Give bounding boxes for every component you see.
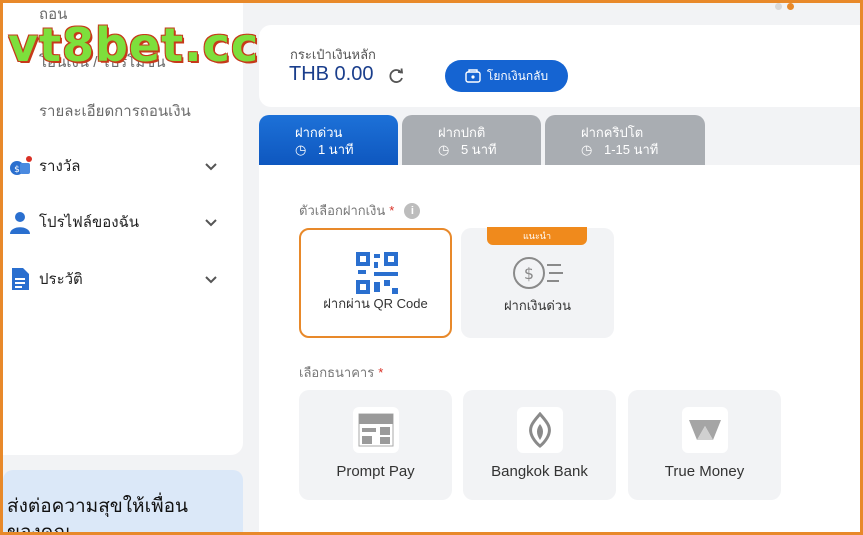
deposit-option-label: ฝากผ่าน QR Code <box>323 296 428 311</box>
sidebar-item-profile[interactable]: โปรไฟล์ของฉัน <box>8 208 218 236</box>
chevron-down-icon <box>205 163 217 171</box>
promo-title: ส่งต่อความสุขให้เพื่อน <box>7 496 189 517</box>
promptpay-logo-icon <box>353 407 399 453</box>
bank-option-bangkok-bank[interactable]: Bangkok Bank <box>463 390 616 500</box>
clock-icon: ◷ <box>295 142 307 157</box>
tab-crypto-deposit[interactable]: ฝากคริปโต ◷ 1-15 นาที <box>545 115 705 165</box>
dot-active[interactable] <box>787 3 794 10</box>
deposit-options-heading: ตัวเลือกฝากเงิน * i <box>299 200 421 221</box>
sidebar-item-rewards[interactable]: $ รางวัล <box>8 152 218 180</box>
tab-title: ฝากปกติ <box>438 125 486 140</box>
promo-title-cont: ของคุณ <box>7 522 72 535</box>
deposit-option-qr[interactable]: ฝากผ่าน QR Code <box>299 228 452 338</box>
refresh-icon[interactable] <box>387 67 405 85</box>
clock-icon: ◷ <box>438 142 450 157</box>
truemoney-logo-icon <box>682 407 728 453</box>
required-asterisk: * <box>378 365 384 380</box>
bank-option-truemoney[interactable]: True Money <box>628 390 781 500</box>
wallet-card: กระเป๋าเงินหลัก THB 0.00 โยกเงินกลับ <box>259 25 863 107</box>
reward-icon: $ <box>8 154 32 178</box>
dot[interactable] <box>775 3 782 10</box>
svg-text:$: $ <box>524 264 534 283</box>
sidebar-item-label: ประวัติ <box>39 271 83 288</box>
bank-label: เลือกธนาคาร <box>299 365 375 380</box>
chevron-down-icon <box>205 276 217 284</box>
sidebar-item-label: รางวัล <box>39 158 81 175</box>
tab-time: 1-15 นาที <box>603 142 659 157</box>
history-icon <box>8 267 32 291</box>
deposit-options-label: ตัวเลือกฝากเงิน <box>299 203 386 218</box>
recommended-badge: แนะนำ <box>487 227 587 245</box>
bank-name: Bangkok Bank <box>491 463 588 480</box>
bangkok-bank-logo-icon <box>517 407 563 453</box>
wallet-label: กระเป๋าเงินหลัก <box>290 47 376 62</box>
chevron-down-icon <box>205 219 217 227</box>
clock-icon: ◷ <box>581 142 593 157</box>
sidebar-item-history[interactable]: ประวัติ <box>8 265 218 293</box>
info-icon[interactable]: i <box>404 202 421 219</box>
bank-heading: เลือกธนาคาร * <box>299 362 383 383</box>
tab-fast-deposit[interactable]: ฝากด่วน ◷ 1 นาที <box>259 115 398 165</box>
wallet-balance: THB 0.00 <box>289 63 374 85</box>
profile-icon <box>8 210 32 234</box>
tab-time: 1 นาที <box>317 142 354 157</box>
fast-money-icon: $ <box>513 257 563 289</box>
tab-title: ฝากด่วน <box>295 125 343 140</box>
bank-name: True Money <box>664 463 745 480</box>
deposit-option-label: ฝากเงินด่วน <box>503 298 572 313</box>
transfer-back-button[interactable]: โยกเงินกลับ <box>445 60 568 92</box>
tab-time: 5 นาที <box>460 142 497 157</box>
deposit-option-fast[interactable]: แนะนำ $ ฝากเงินด่วน <box>461 227 614 338</box>
bank-name: Prompt Pay <box>336 463 415 480</box>
tab-normal-deposit[interactable]: ฝากปกติ ◷ 5 นาที <box>402 115 541 165</box>
qr-code-icon <box>356 252 398 294</box>
svg-text:$: $ <box>14 165 20 175</box>
pagination-dots <box>775 3 794 10</box>
required-asterisk: * <box>389 203 395 218</box>
bank-option-promptpay[interactable]: Prompt Pay <box>299 390 452 500</box>
tab-title: ฝากคริปโต <box>581 125 644 140</box>
sidebar-item-label: โปรไฟล์ของฉัน <box>39 214 140 231</box>
sidebar-link-withdraw-details[interactable]: รายละเอียดการถอนเงิน <box>39 99 191 123</box>
promo-banner[interactable]: ส่งต่อความสุขให้เพื่อน ของคุณ <box>3 470 243 535</box>
transfer-back-label: โยกเงินกลับ <box>486 68 549 83</box>
wallet-transfer-icon <box>465 69 481 83</box>
watermark-text: vt8bet.cc <box>8 18 260 72</box>
